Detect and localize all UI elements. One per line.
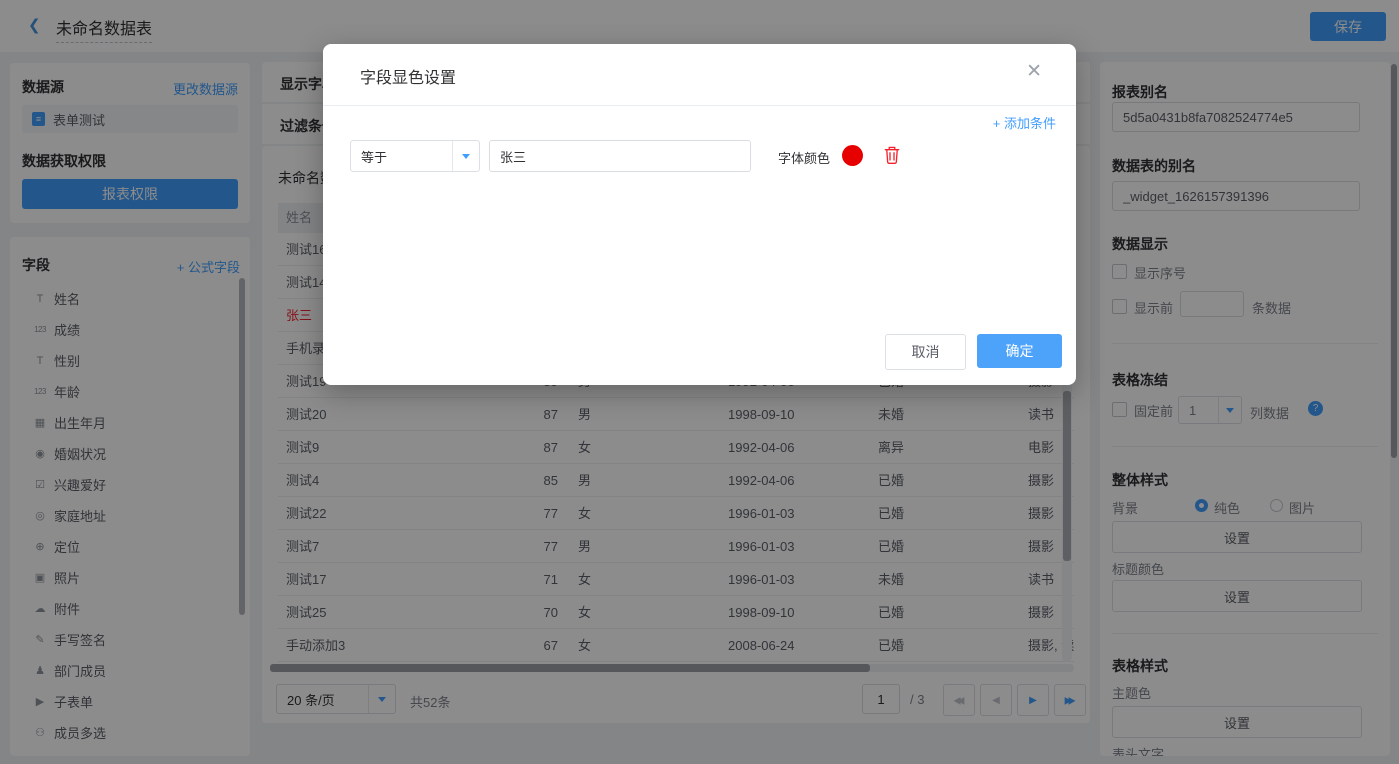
add-condition-link[interactable]: + 添加条件: [993, 113, 1056, 132]
condition-value-input[interactable]: [489, 140, 751, 172]
close-icon[interactable]: ✕: [1026, 60, 1042, 83]
font-color-label: 字体颜色: [778, 148, 830, 167]
chevron-down-icon: [453, 154, 479, 159]
app-root: ❮ 未命名数据表 保存 数据源 更改数据源 ≡ 表单测试 数据获取权限 报表权限…: [0, 0, 1399, 764]
modal-divider: [323, 105, 1076, 106]
trash-icon[interactable]: [883, 145, 901, 168]
operator-select[interactable]: 等于: [350, 140, 480, 172]
cancel-button[interactable]: 取消: [885, 334, 966, 370]
operator-value: 等于: [351, 147, 452, 166]
field-color-modal: 字段显色设置 ✕ + 添加条件 等于 字体颜色 取消 确定: [323, 44, 1076, 385]
modal-title: 字段显色设置: [360, 64, 456, 88]
confirm-button[interactable]: 确定: [977, 334, 1062, 368]
color-swatch[interactable]: [842, 145, 863, 166]
